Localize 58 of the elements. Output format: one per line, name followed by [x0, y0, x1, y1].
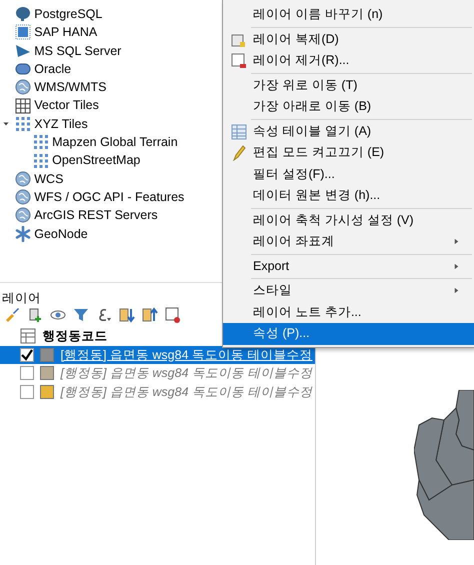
checkbox[interactable] [20, 384, 34, 399]
menu-item[interactable]: 레이어 복제(D) [223, 28, 474, 50]
add-layer-icon[interactable] [27, 307, 43, 323]
tile-grid-icon [33, 134, 49, 150]
menu-item[interactable]: 레이어 제거(R)... [223, 50, 474, 72]
table-icon [231, 124, 247, 140]
menu-item[interactable]: 가장 아래로 이동 (B) [223, 96, 474, 118]
browser-item[interactable]: Mapzen Global Terrain [52, 133, 178, 152]
menu-item[interactable]: 레이어 축척 가시성 설정 (V) [223, 210, 474, 231]
browser-item[interactable]: PostgreSQL [34, 5, 102, 24]
tile-grid-icon [15, 116, 32, 132]
filter-icon[interactable] [73, 307, 89, 323]
expand-all-icon[interactable] [119, 307, 135, 323]
duplicate-icon [231, 32, 247, 48]
browser-item[interactable]: XYZ Tiles [34, 114, 88, 134]
globe-icon [15, 79, 32, 96]
menu-item[interactable]: 가장 위로 이동 (T) [223, 74, 474, 96]
browser-item[interactable]: Oracle [34, 60, 72, 78]
brush-icon[interactable] [4, 307, 20, 323]
browser-item[interactable]: WMS/WMTS [34, 78, 106, 96]
tile-grid-icon [33, 152, 49, 169]
layer-row[interactable]: [행정동] 읍면동 wsg84 독도이동 테이블수정 [0, 364, 315, 382]
globe-icon [15, 170, 32, 187]
browser-item[interactable]: OpenStreetMap [52, 151, 140, 170]
menu-item[interactable]: Export [223, 256, 474, 277]
globe-icon [15, 189, 32, 206]
table-icon [20, 328, 36, 344]
browser-item[interactable]: MS SQL Server [34, 42, 122, 60]
remove-icon [231, 53, 247, 69]
checkbox[interactable] [20, 348, 34, 362]
menu-item[interactable]: 레이어 좌표계 [223, 231, 474, 252]
browser-item[interactable]: SAP HANA [34, 23, 98, 42]
snowflake-icon [15, 226, 32, 242]
menu-item[interactable]: 속성 테이블 열기 (A) [223, 120, 474, 142]
browser-item[interactable]: Vector Tiles [34, 96, 99, 115]
collapse-all-icon[interactable] [142, 307, 158, 323]
pencil-icon [231, 145, 247, 161]
menu-item[interactable]: 속성 (P)... [223, 323, 474, 344]
browser-item[interactable]: ArcGIS REST Servers [34, 206, 158, 225]
layer-row[interactable]: [행정동] 읍면동 wsg84 독도이동 테이블수정 [0, 382, 315, 401]
layer-row[interactable]: [행정동] 읍면동 wsg84 독도이동 테이블수정 [0, 346, 315, 364]
menu-item[interactable]: 편집 모드 켜고끄기 (E) [223, 142, 474, 164]
square-icon [15, 24, 32, 40]
globe-icon [15, 207, 32, 224]
menu-item[interactable]: 레이어 노트 추가... [223, 302, 474, 323]
menu-item[interactable]: 레이어 이름 바꾸기 (n) [223, 4, 474, 26]
browser-item[interactable]: WCS [34, 170, 64, 188]
browser-item[interactable]: WFS / OGC API - Features [34, 188, 184, 206]
remove-layer-icon[interactable] [165, 307, 181, 323]
checkbox[interactable] [20, 366, 34, 380]
check-icon [19, 346, 35, 363]
menu-item[interactable]: 데이터 원본 변경 (h)... [223, 185, 474, 206]
menu-item[interactable]: 필터 설정(F)... [223, 164, 474, 185]
layer-group-name[interactable]: 행정동코드 [42, 327, 108, 346]
browser-item[interactable]: GeoNode [34, 224, 88, 243]
menu-item[interactable]: 스타일 [223, 280, 474, 302]
grid-icon [15, 98, 32, 114]
panel-title: 레이어 [2, 291, 41, 305]
